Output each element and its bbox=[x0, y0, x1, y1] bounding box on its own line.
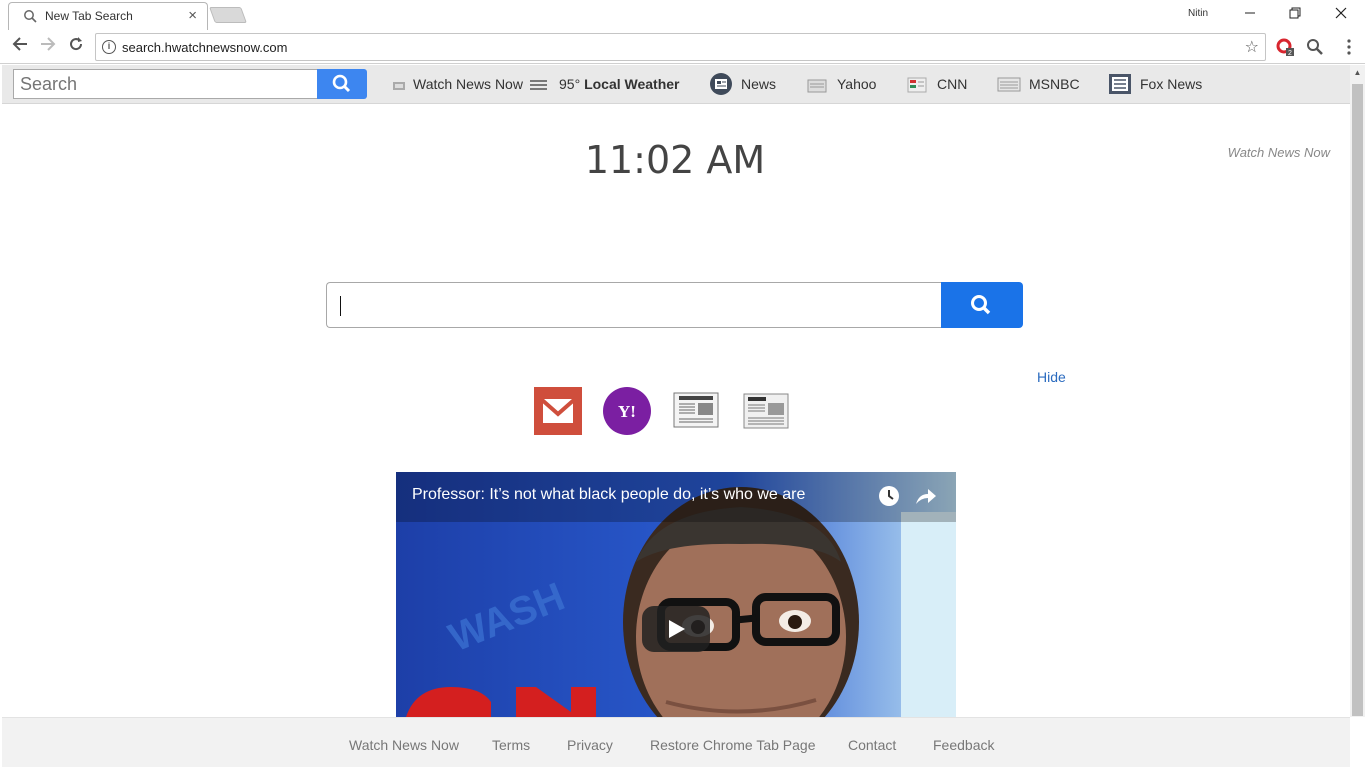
browser-tab[interactable]: New Tab Search × bbox=[8, 2, 208, 30]
footer-link-terms[interactable]: Terms bbox=[492, 737, 530, 753]
scrollbar-thumb[interactable] bbox=[1352, 84, 1363, 716]
video-player[interactable]: WASH Professor: It’s not what black peop… bbox=[396, 472, 956, 717]
tab-title: New Tab Search bbox=[45, 9, 133, 23]
footer-link-feedback[interactable]: Feedback bbox=[933, 737, 994, 753]
footer-link-contact[interactable]: Contact bbox=[848, 737, 896, 753]
main-search-button[interactable] bbox=[941, 282, 1023, 328]
svg-text:Y!: Y! bbox=[618, 402, 636, 421]
msnbc-icon bbox=[997, 77, 1021, 92]
address-bar[interactable]: i search.hwatchnewsnow.com ☆ bbox=[95, 33, 1266, 61]
weather-label: Local Weather bbox=[584, 76, 680, 92]
nav-link-msnbc[interactable]: MSNBC bbox=[1029, 76, 1080, 92]
browser-toolbar: i search.hwatchnewsnow.com ☆ 2 bbox=[0, 30, 1365, 64]
new-tab-button[interactable] bbox=[209, 7, 247, 23]
info-icon[interactable]: i bbox=[102, 40, 116, 54]
nav-link-fox-news[interactable]: Fox News bbox=[1140, 76, 1202, 92]
restore-icon[interactable] bbox=[1272, 3, 1318, 25]
svg-text:2: 2 bbox=[1288, 50, 1292, 56]
toolbar-search-input[interactable] bbox=[13, 69, 318, 99]
tv-icon bbox=[393, 82, 405, 90]
search-icon bbox=[24, 10, 37, 23]
hide-link[interactable]: Hide bbox=[1037, 369, 1066, 385]
bookmark-star-icon[interactable]: ☆ bbox=[1245, 37, 1259, 57]
profile-name[interactable]: Nitin bbox=[1188, 8, 1208, 19]
main-search-input[interactable] bbox=[326, 282, 942, 328]
play-icon bbox=[669, 620, 685, 638]
weather-icon bbox=[530, 80, 547, 90]
daily-news-icon[interactable] bbox=[741, 386, 791, 436]
yahoo-icon bbox=[807, 79, 827, 93]
play-button[interactable] bbox=[642, 606, 710, 652]
watch-later-icon[interactable] bbox=[878, 485, 900, 507]
reload-icon[interactable] bbox=[65, 36, 87, 58]
title-bar: New Tab Search × Nitin bbox=[0, 0, 1365, 30]
text-cursor bbox=[340, 296, 341, 316]
minimize-icon[interactable] bbox=[1227, 3, 1273, 25]
newspaper-icon[interactable] bbox=[671, 386, 721, 436]
nav-link-watch-news-now[interactable]: Watch News Now bbox=[413, 76, 523, 92]
back-icon[interactable] bbox=[9, 36, 31, 58]
zoom-icon[interactable] bbox=[1306, 38, 1324, 56]
nav-link-cnn[interactable]: CNN bbox=[937, 76, 967, 92]
window-close-icon[interactable] bbox=[1318, 3, 1364, 25]
nav-link-yahoo[interactable]: Yahoo bbox=[837, 76, 876, 92]
cnn-icon bbox=[907, 77, 927, 93]
toolbar-search-button[interactable] bbox=[317, 69, 367, 99]
share-icon[interactable] bbox=[914, 485, 938, 507]
footer: Watch News Now Terms Privacy Restore Chr… bbox=[2, 717, 1350, 767]
yahoo-icon[interactable]: Y! bbox=[602, 386, 652, 436]
nav-link-weather[interactable]: 95° Local Weather bbox=[559, 76, 680, 92]
search-icon bbox=[332, 74, 351, 93]
weather-temp: 95° bbox=[559, 76, 581, 92]
fox-news-icon bbox=[1109, 74, 1131, 94]
news-icon bbox=[710, 73, 732, 95]
footer-link-privacy[interactable]: Privacy bbox=[567, 737, 613, 753]
page-toolbar: Watch News Now 95° Local Weather News Ya… bbox=[2, 65, 1350, 104]
brand-link[interactable]: Watch News Now bbox=[1228, 145, 1330, 160]
scroll-up-icon[interactable]: ▲ bbox=[1352, 68, 1363, 80]
menu-icon[interactable] bbox=[1340, 38, 1358, 56]
clock: 11:02 AM bbox=[584, 138, 766, 182]
video-thumbnail: WASH bbox=[396, 472, 956, 717]
video-title[interactable]: Professor: It’s not what black people do… bbox=[412, 486, 805, 504]
forward-icon[interactable] bbox=[37, 36, 59, 58]
footer-link-restore-chrome[interactable]: Restore Chrome Tab Page bbox=[650, 737, 816, 753]
gmail-icon[interactable] bbox=[533, 386, 583, 436]
url-text[interactable]: search.hwatchnewsnow.com bbox=[122, 40, 287, 55]
search-icon bbox=[971, 295, 991, 315]
nav-link-news[interactable]: News bbox=[741, 76, 776, 92]
tab-close-icon[interactable]: × bbox=[188, 7, 197, 24]
footer-link-watch-news-now[interactable]: Watch News Now bbox=[349, 737, 459, 753]
opera-extension-icon[interactable]: 2 bbox=[1276, 38, 1294, 56]
